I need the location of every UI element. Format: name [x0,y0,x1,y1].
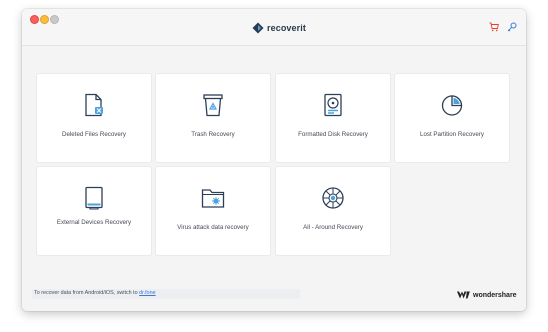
wondershare-logo: wondershare [457,290,517,300]
key-icon[interactable] [507,22,517,32]
minimize-window-button[interactable] [40,15,49,24]
virus-attack-recovery-card[interactable]: Virus attack data recovery [156,167,270,255]
wondershare-logo-icon [457,291,470,299]
trash-recovery-card[interactable]: Trash Recovery [156,74,270,162]
trash-icon [203,94,223,117]
maximize-window-button[interactable] [50,15,59,24]
card-label: Deleted Files Recovery [62,131,126,138]
deleted-files-recovery-card[interactable]: Deleted Files Recovery [37,74,151,162]
wondershare-name: wondershare [473,291,517,299]
cart-icon[interactable] [489,22,499,32]
close-window-button[interactable] [30,15,39,24]
external-devices-recovery-card[interactable]: External Devices Recovery [37,167,151,255]
formatted-disk-icon [324,93,342,117]
lost-partition-recovery-card[interactable]: Lost Partition Recovery [395,74,509,162]
all-around-recovery-card[interactable]: All - Around Recovery [276,167,390,255]
footer-hint-text: To recover data from Android/iOS, switch… [34,290,140,296]
recoverit-logo-icon [252,22,264,34]
card-label: All - Around Recovery [303,224,363,231]
formatted-disk-recovery-card[interactable]: Formatted Disk Recovery [276,74,390,162]
card-label: Trash Recovery [191,131,235,138]
partition-icon [441,95,463,116]
virus-folder-icon [201,189,225,208]
app-logo: recoverit [252,21,306,35]
external-device-icon [85,186,103,210]
app-name: recoverit [267,23,306,33]
deleted-file-icon [85,93,103,117]
card-label: External Devices Recovery [56,219,132,226]
card-label: Formatted Disk Recovery [298,131,368,138]
title-bar: recoverit [22,9,526,46]
all-around-icon [322,187,344,209]
card-label: Lost Partition Recovery [420,131,484,138]
app-window: recoverit Deleted Files Recovery Trash R… [22,9,526,311]
footer-hint: To recover data from Android/iOS, switch… [34,290,156,296]
drfone-link[interactable]: dr.fone [139,290,156,296]
card-label: Virus attack data recovery [177,224,249,231]
